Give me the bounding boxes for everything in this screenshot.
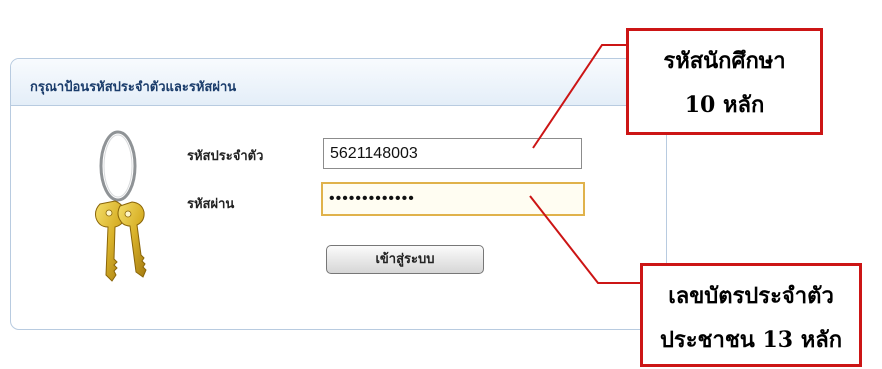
national-id-callout-line2: ประชาชน 13 หลัก [659, 327, 843, 353]
student-id-callout-line1: รหัสนักศึกษา [663, 48, 786, 74]
student-id-label: รหัสประจำตัว [187, 149, 264, 164]
password-label: รหัสผ่าน [187, 197, 235, 212]
student-id-callout: รหัสนักศึกษา 10 หลัก [626, 28, 823, 135]
login-page: กรุณาป้อนรหัสประจำตัวและรหัสผ่าน รหัสประ… [0, 0, 882, 369]
national-id-callout: เลขบัตรประจำตัว ประชาชน 13 หลัก [640, 263, 862, 367]
login-button[interactable]: เข้าสู่ระบบ [326, 245, 484, 274]
panel-title: กรุณาป้อนรหัสประจำตัวและรหัสผ่าน [11, 59, 666, 106]
keys-icon [95, 130, 147, 282]
student-id-callout-line2: 10 หลัก [684, 92, 765, 118]
national-id-callout-line1: เลขบัตรประจำตัว [668, 283, 834, 309]
password-input[interactable] [321, 182, 585, 216]
student-id-input[interactable] [323, 138, 582, 169]
